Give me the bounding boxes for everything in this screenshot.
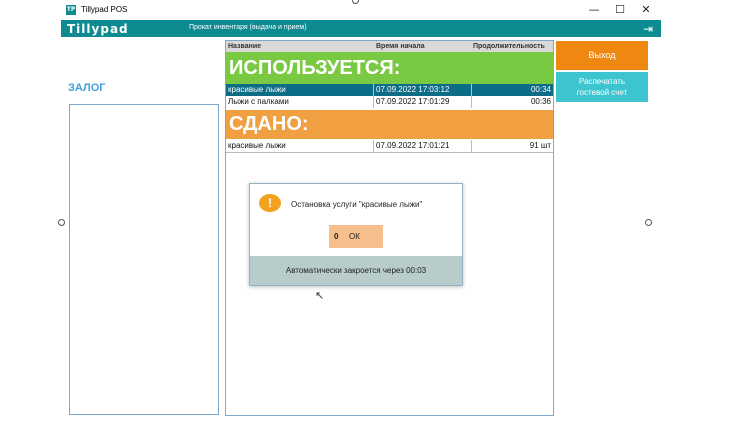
row-duration: 00:34 <box>530 85 551 94</box>
exit-button[interactable]: Выход <box>556 41 648 70</box>
tillypad-logo: Tillypad <box>67 22 129 36</box>
app-header: Tillypad Прокат инвентаря (выдача и прие… <box>61 20 661 37</box>
row-start: 07.09.2022 17:01:21 <box>376 141 450 150</box>
section-in-use-title: ИСПОЛЬЗУЕТСЯ: <box>226 52 553 84</box>
deposit-label: ЗАЛОГ <box>68 82 106 94</box>
print-button-label-line1: Распечатать <box>578 77 626 86</box>
column-divider <box>373 84 374 96</box>
warning-icon: ! <box>259 194 281 212</box>
maximize-button[interactable]: ☐ <box>607 2 633 18</box>
ok-label: ОК <box>349 232 360 241</box>
logout-icon[interactable]: ⇥ <box>643 22 653 36</box>
mouse-cursor-icon: ↖ <box>315 289 325 302</box>
auto-close-countdown: Автоматически закроется через 00:03 <box>250 256 462 285</box>
column-divider <box>373 140 374 152</box>
window-titlebar[interactable]: TP Tillypad POS — ☐ ✕ <box>61 0 661 20</box>
column-divider <box>373 96 374 108</box>
section-returned-title: СДАНО: <box>226 110 553 139</box>
window-title: Tillypad POS <box>81 5 128 14</box>
ok-button[interactable]: 0 ОК <box>329 225 383 248</box>
row-duration: 91 шт <box>529 141 551 150</box>
row-name: красивые лыжи <box>228 85 286 94</box>
row-start: 07.09.2022 17:01:29 <box>376 97 450 106</box>
dialog-message: Остановка услуги "красивые лыжи" <box>291 200 423 209</box>
column-divider <box>471 140 472 152</box>
row-name: Лыжи с палками <box>228 97 289 106</box>
deposit-panel <box>69 104 219 415</box>
print-button-label-line2: гостевой счет <box>576 88 628 97</box>
row-start: 07.09.2022 17:03:12 <box>376 85 450 94</box>
column-header-start[interactable]: Время начала <box>376 43 425 50</box>
close-button[interactable]: ✕ <box>633 2 659 18</box>
row-name: красивые лыжи <box>228 141 286 150</box>
column-divider <box>471 84 472 96</box>
table-row[interactable]: красивые лыжи 07.09.2022 17:01:21 91 шт <box>226 140 553 153</box>
stop-service-dialog: ! Остановка услуги "красивые лыжи" 0 ОК … <box>249 183 463 286</box>
table-row[interactable]: Лыжи с палками 07.09.2022 17:01:29 00:36 <box>226 96 553 108</box>
print-guest-bill-button[interactable]: Распечатать гостевой счет <box>556 72 648 102</box>
column-header-name[interactable]: Название <box>228 43 261 50</box>
window-resize-handle-right[interactable] <box>645 219 652 226</box>
ok-shortcut-number: 0 <box>334 232 339 241</box>
column-divider <box>471 96 472 108</box>
table-row[interactable]: красивые лыжи 07.09.2022 17:03:12 00:34 <box>226 84 553 96</box>
table-header: Название Время начала Продолжительность <box>226 41 553 52</box>
column-header-duration[interactable]: Продолжительность <box>473 43 545 50</box>
minimize-button[interactable]: — <box>581 2 607 18</box>
app-title: Прокат инвентаря (выдача и прием) <box>189 24 307 31</box>
window-resize-handle-left[interactable] <box>58 219 65 226</box>
tillypad-icon: TP <box>66 5 76 15</box>
row-duration: 00:36 <box>530 97 551 106</box>
